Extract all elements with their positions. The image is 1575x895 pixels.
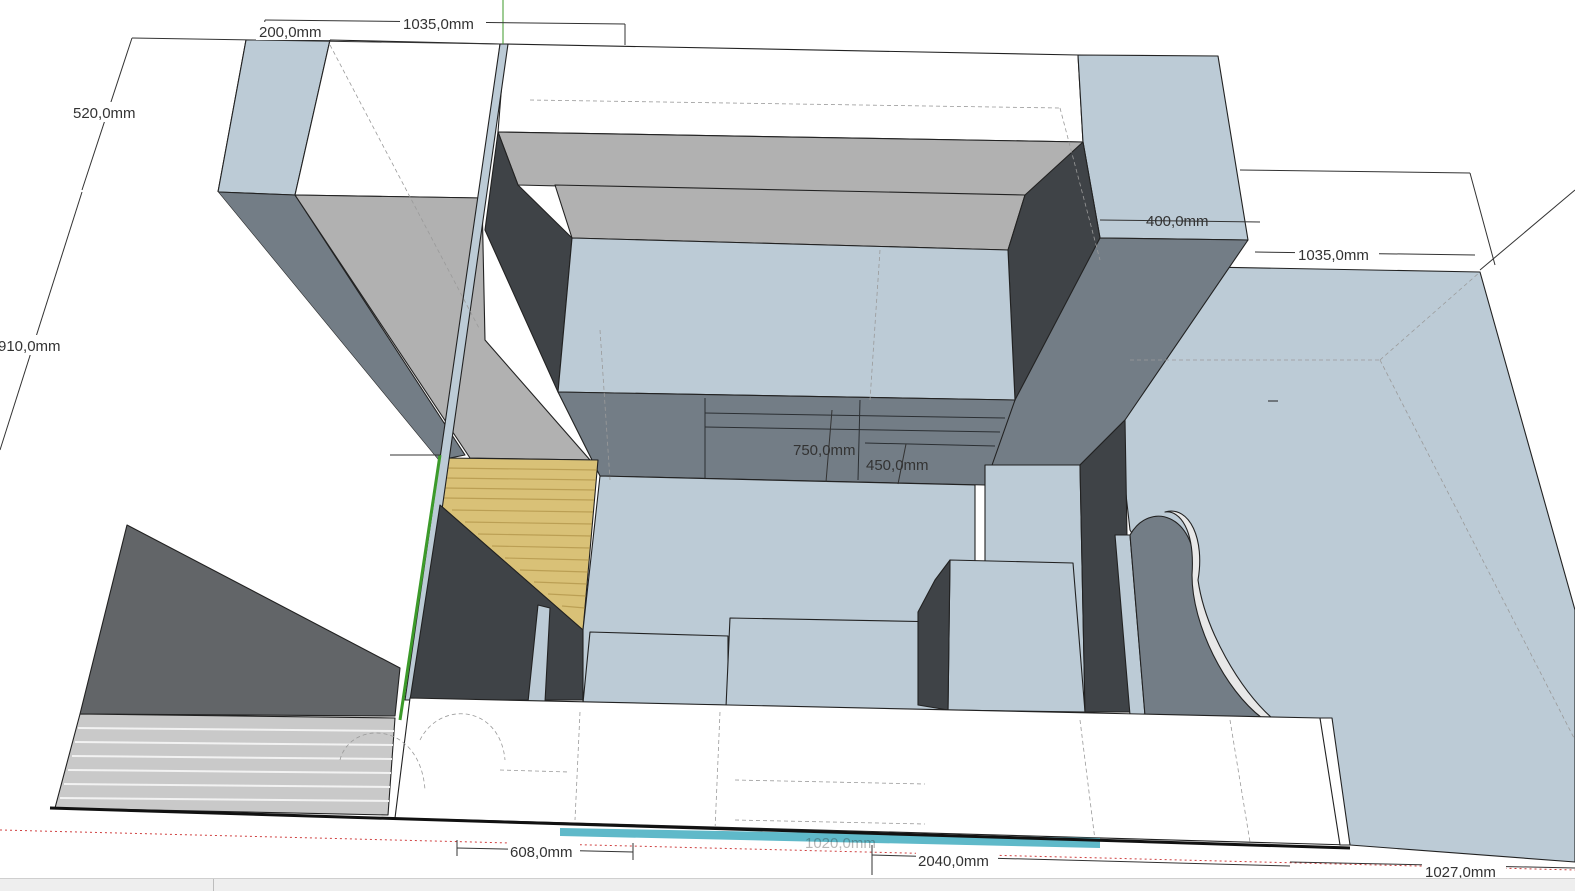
dim-width-right[interactable]: 1035,0mm xyxy=(1298,247,1369,264)
low-box-left[interactable] xyxy=(582,631,729,706)
dim-inner-height[interactable]: 750,0mm xyxy=(793,442,856,459)
low-box-center[interactable] xyxy=(725,617,949,711)
dim-bottom-hidden: 1020,0mm xyxy=(805,835,876,852)
status-bar-separator xyxy=(213,879,214,891)
dim-bottom-total[interactable]: 2040,0mm xyxy=(918,853,989,870)
dim-depth-left[interactable]: 520,0mm xyxy=(73,105,136,122)
back-panel-light[interactable] xyxy=(557,237,1016,401)
3d-model-viewport[interactable]: 1035,0mm 200,0mm 520,0mm 910,0mm 400,0mm… xyxy=(0,0,1575,890)
left-cabinet-top-white[interactable] xyxy=(294,39,501,199)
lower-cabinet-mid[interactable] xyxy=(557,391,1016,486)
dim-width-top[interactable]: 1035,0mm xyxy=(403,16,474,33)
dim-shelf-width[interactable]: 400,0mm xyxy=(1146,213,1209,230)
dim-top-small[interactable]: 200,0mm xyxy=(259,24,322,41)
top-cabinet-white[interactable] xyxy=(497,43,1084,143)
dim-bottom-left[interactable]: 608,0mm xyxy=(510,844,573,861)
dim-inner-small[interactable]: 450,0mm xyxy=(866,457,929,474)
model-canvas[interactable]: 1035,0mm 200,0mm 520,0mm 910,0mm 400,0mm… xyxy=(0,0,1575,890)
status-bar xyxy=(0,878,1575,891)
step-box[interactable] xyxy=(947,559,1086,713)
dim-height-left[interactable]: 910,0mm xyxy=(0,338,61,355)
left-wall-shadow xyxy=(79,524,401,717)
